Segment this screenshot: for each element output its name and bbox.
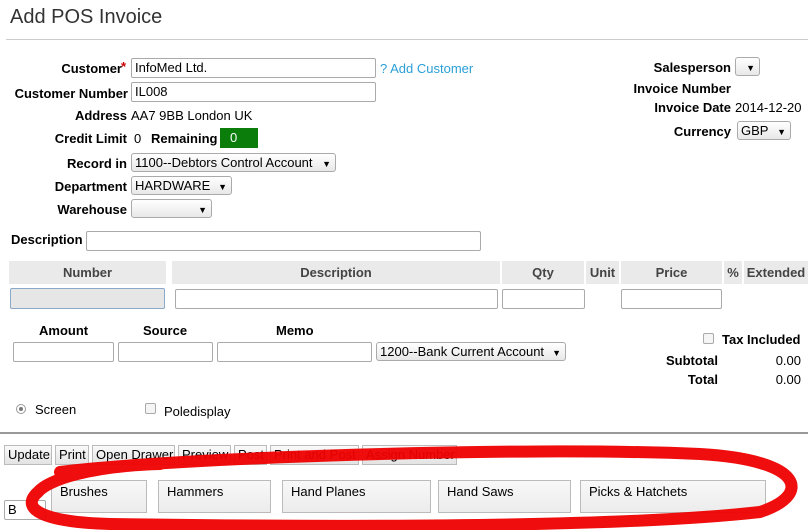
- remaining-label: Remaining: [151, 131, 218, 146]
- subtotal-value: 0.00: [775, 353, 801, 368]
- source-label: Source: [143, 323, 188, 338]
- column-header-unit: Unit: [586, 261, 619, 284]
- remaining-value: 0: [220, 128, 258, 148]
- department-value: HARDWARE: [135, 178, 211, 193]
- column-header-qty: Qty: [502, 261, 584, 284]
- invoice-date-label: Invoice Date: [654, 100, 731, 115]
- customer-label: Customer: [61, 61, 122, 76]
- invoice-date-value: 2014-12-20: [735, 100, 802, 115]
- chevron-down-icon: ▼: [218, 182, 227, 192]
- screen-label: Screen: [35, 402, 77, 417]
- column-header-percent: %: [724, 261, 742, 284]
- warehouse-select[interactable]: ▼: [131, 199, 212, 218]
- poledisplay-checkbox[interactable]: [145, 403, 156, 414]
- customer-number-input[interactable]: IL008: [131, 82, 376, 102]
- total-value: 0.00: [775, 372, 801, 387]
- customer-number-label: Customer Number: [14, 86, 128, 101]
- line-number-input[interactable]: [10, 288, 165, 309]
- description-input[interactable]: [86, 231, 481, 251]
- page-title: Add POS Invoice: [10, 6, 163, 28]
- memo-label: Memo: [276, 323, 314, 338]
- annotation-highlight-loop: [25, 445, 798, 530]
- address-value: AA7 9BB London UK: [131, 108, 253, 123]
- chevron-down-icon: ▼: [322, 159, 331, 169]
- record-in-select[interactable]: 1100--Debtors Control Account ▼: [131, 153, 336, 172]
- chevron-down-icon: ▼: [777, 127, 786, 137]
- column-header-extended: Extended: [744, 261, 808, 284]
- tax-included-checkbox[interactable]: [703, 333, 714, 344]
- chevron-down-icon: ▼: [552, 348, 561, 358]
- line-description-input[interactable]: [175, 289, 498, 309]
- currency-value: GBP: [741, 123, 769, 138]
- section-divider: [0, 432, 808, 434]
- subtotal-label: Subtotal: [666, 353, 718, 368]
- source-input[interactable]: [118, 342, 213, 362]
- chevron-down-icon: ▼: [198, 205, 207, 215]
- address-label: Address: [74, 108, 127, 123]
- credit-limit-label: Credit Limit: [54, 131, 127, 146]
- department-select[interactable]: HARDWARE ▼: [131, 176, 232, 195]
- department-label: Department: [54, 179, 127, 194]
- amount-input[interactable]: [13, 342, 114, 362]
- tax-included-label: Tax Included: [722, 332, 801, 347]
- screen-radio[interactable]: [16, 404, 26, 414]
- invoice-number-label: Invoice Number: [633, 81, 731, 96]
- column-header-number: Number: [9, 261, 166, 284]
- record-in-value: 1100--Debtors Control Account: [135, 155, 313, 170]
- amount-label: Amount: [39, 323, 89, 338]
- column-header-description: Description: [172, 261, 500, 284]
- payment-account-value: 1200--Bank Current Account: [380, 344, 545, 359]
- required-mark: *: [121, 59, 127, 74]
- currency-select[interactable]: GBP ▼: [737, 121, 791, 140]
- warehouse-label: Warehouse: [57, 202, 127, 217]
- line-qty-input[interactable]: [502, 289, 585, 309]
- column-header-price: Price: [621, 261, 722, 284]
- header-divider: [6, 39, 808, 40]
- record-in-label: Record in: [67, 156, 127, 171]
- customer-input[interactable]: InfoMed Ltd.: [131, 58, 376, 78]
- memo-input[interactable]: [217, 342, 372, 362]
- add-customer-link[interactable]: ? Add Customer: [380, 61, 473, 76]
- currency-label: Currency: [673, 124, 731, 139]
- poledisplay-label: Poledisplay: [164, 404, 231, 419]
- chevron-down-icon: ▼: [746, 63, 755, 73]
- credit-limit-value: 0: [134, 131, 142, 146]
- description-label: Description: [11, 232, 83, 247]
- payment-account-select[interactable]: 1200--Bank Current Account ▼: [376, 342, 566, 361]
- salesperson-select[interactable]: ▼: [735, 57, 760, 76]
- salesperson-label: Salesperson: [653, 60, 731, 75]
- total-label: Total: [687, 372, 718, 387]
- line-price-input[interactable]: [621, 289, 722, 309]
